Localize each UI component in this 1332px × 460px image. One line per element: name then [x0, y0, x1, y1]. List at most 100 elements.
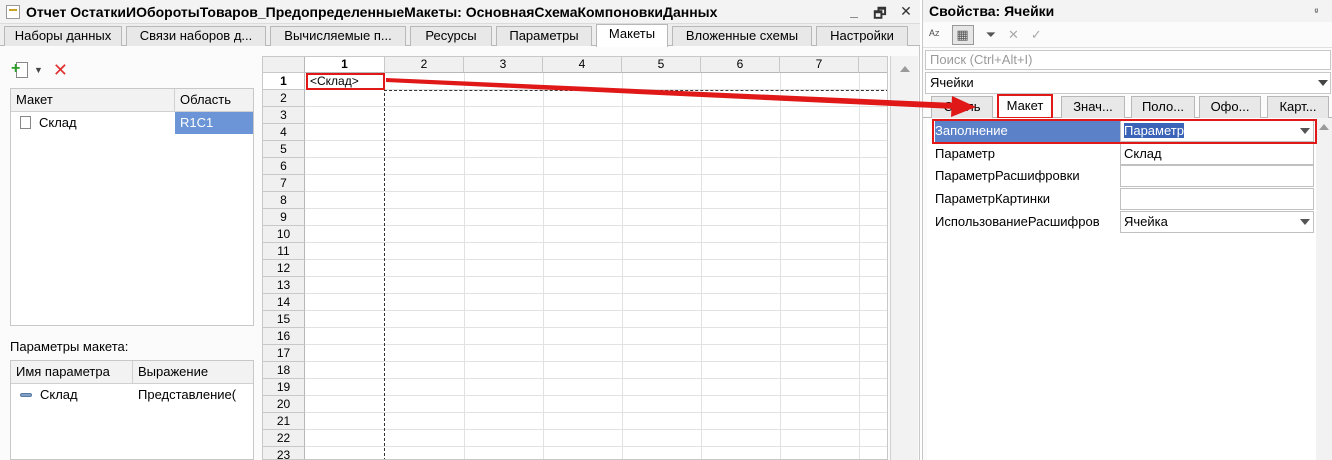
row-header[interactable]: 14 [263, 294, 305, 311]
scroll-up-icon[interactable] [1319, 124, 1329, 130]
property-row-drilldown-parameter[interactable]: ПараметрРасшифровки [927, 165, 1317, 187]
column-header[interactable]: 5 [622, 57, 701, 73]
tab-values[interactable]: Знач... [1061, 96, 1125, 118]
tab-dataset-links[interactable]: Связи наборов д... [126, 26, 266, 46]
row-header[interactable]: 2 [263, 90, 305, 107]
tab-parameters[interactable]: Параметры [496, 26, 592, 46]
object-selector[interactable]: Ячейки [925, 72, 1331, 94]
params-label: Параметры макета: [10, 339, 129, 354]
column-header-expression[interactable]: Выражение [133, 361, 253, 383]
document-icon [20, 116, 31, 129]
tab-resources[interactable]: Ресурсы [410, 26, 492, 46]
sort-alpha-icon[interactable]: ᴬᶻ [929, 27, 940, 42]
table-row[interactable]: Склад R1C1 [11, 112, 253, 134]
delete-icon[interactable]: ✕ [53, 60, 68, 81]
title-bar: Отчет ОстаткиИОборотыТоваров_Предопредел… [0, 0, 920, 24]
column-header[interactable]: 7 [780, 57, 859, 73]
spreadsheet-grid[interactable]: 1 2 3 4 5 6 7 1 2 3 4 5 6 7 8 9 10 11 12 13 14 15 16 17 1… [262, 56, 888, 460]
properties-window: Свойства: Ячейки ᵍ ᴬᶻ ▦ ⏷ ✕ ✓ Поиск (Ctr… [922, 0, 1332, 460]
table-header: Имя параметра Выражение [11, 361, 253, 384]
row-header[interactable]: 19 [263, 379, 305, 396]
tab-position[interactable]: Поло... [1131, 96, 1195, 118]
table-header: Макет Область [11, 89, 253, 112]
column-header[interactable]: 1 [305, 57, 385, 73]
property-row-parameter[interactable]: Параметр Склад [927, 143, 1317, 165]
row-header[interactable]: 20 [263, 396, 305, 413]
property-value[interactable]: Склад [1120, 143, 1314, 165]
apply-icon[interactable]: ✓ [1031, 27, 1042, 43]
param-expression[interactable]: Представление( [133, 384, 253, 406]
row-header[interactable]: 11 [263, 243, 305, 260]
column-header[interactable]: 2 [385, 57, 464, 73]
row-header[interactable]: 15 [263, 311, 305, 328]
row-header[interactable]: 23 [263, 447, 305, 459]
tab-layouts[interactable]: Макеты [596, 24, 668, 47]
properties-title: Свойства: Ячейки [929, 3, 1055, 19]
property-value[interactable] [1120, 188, 1314, 210]
properties-toolbar: ᴬᶻ ▦ ⏷ ✕ ✓ [923, 22, 1332, 48]
layouts-toolbar: + ▼ ✕ [10, 58, 68, 82]
chevron-down-icon[interactable] [1300, 219, 1310, 225]
column-header[interactable]: 3 [464, 57, 543, 73]
tab-datasets[interactable]: Наборы данных [4, 26, 122, 46]
row-header[interactable]: 4 [263, 124, 305, 141]
properties-tab-bar: Стиль Макет Знач... Поло... Офо... Карт.… [923, 94, 1332, 119]
add-layout-icon[interactable]: + [10, 60, 32, 80]
row-header[interactable]: 3 [263, 107, 305, 124]
property-value[interactable]: Ячейка [1120, 211, 1314, 233]
property-name: Параметр [935, 146, 995, 161]
column-header-area[interactable]: Область [175, 89, 253, 111]
property-value[interactable] [1120, 165, 1314, 187]
properties-title-bar: Свойства: Ячейки ᵍ [923, 0, 1332, 22]
properties-scrollbar[interactable] [1316, 118, 1332, 460]
param-name: Склад [40, 387, 78, 402]
row-header[interactable]: 6 [263, 158, 305, 175]
scroll-up-icon[interactable] [900, 66, 910, 72]
tab-calculated-fields[interactable]: Вычисляемые п... [270, 26, 406, 46]
tab-picture[interactable]: Карт... [1267, 96, 1329, 118]
row-header[interactable]: 5 [263, 141, 305, 158]
column-header-param-name[interactable]: Имя параметра [11, 361, 133, 383]
property-row-picture-parameter[interactable]: ПараметрКартинки [927, 188, 1317, 210]
row-header[interactable]: 1 [263, 73, 305, 90]
row-header[interactable]: 16 [263, 328, 305, 345]
table-row[interactable]: Склад Представление( [11, 384, 253, 406]
dropdown-icon[interactable]: ▼ [34, 65, 43, 75]
categories-icon[interactable]: ▦ [951, 24, 974, 45]
search-input[interactable]: Поиск (Ctrl+Alt+I) [925, 50, 1331, 70]
pin-icon[interactable]: ᵍ [1314, 0, 1318, 22]
filter-icon[interactable]: ⏷ [986, 27, 996, 43]
property-name: ПараметрРасшифровки [935, 168, 1080, 183]
vertical-scrollbar[interactable] [890, 56, 918, 460]
row-header[interactable]: 12 [263, 260, 305, 277]
column-header-layout[interactable]: Макет [11, 89, 175, 111]
tab-layout[interactable]: Макет [997, 94, 1053, 119]
chevron-down-icon[interactable] [1318, 80, 1328, 86]
tab-style[interactable]: Стиль [931, 96, 993, 118]
column-header[interactable]: 4 [543, 57, 622, 73]
row-header[interactable]: 7 [263, 175, 305, 192]
row-header[interactable]: 21 [263, 413, 305, 430]
fill-property-highlight [932, 119, 1317, 144]
tab-settings[interactable]: Настройки [816, 26, 908, 46]
row-header[interactable]: 9 [263, 209, 305, 226]
clear-icon[interactable]: ✕ [1008, 27, 1019, 43]
column-header[interactable]: 6 [701, 57, 780, 73]
row-header[interactable]: 18 [263, 362, 305, 379]
object-selector-value: Ячейки [930, 75, 974, 90]
row-header[interactable]: 22 [263, 430, 305, 447]
print-area-border [384, 90, 887, 91]
layout-area[interactable]: R1C1 [175, 112, 253, 134]
corner-cell[interactable] [263, 57, 305, 73]
tab-nested-schemas[interactable]: Вложенные схемы [672, 26, 812, 46]
parameter-icon [20, 392, 32, 397]
row-header[interactable]: 17 [263, 345, 305, 362]
property-name: ИспользованиеРасшифров [935, 214, 1100, 229]
row-header[interactable]: 8 [263, 192, 305, 209]
property-row-drilldown-usage[interactable]: ИспользованиеРасшифров Ячейка [927, 211, 1317, 233]
cell-r1c1-highlight[interactable] [306, 73, 385, 90]
row-header[interactable]: 10 [263, 226, 305, 243]
tab-format[interactable]: Офо... [1199, 96, 1261, 118]
column-header[interactable] [859, 57, 887, 73]
row-header[interactable]: 13 [263, 277, 305, 294]
